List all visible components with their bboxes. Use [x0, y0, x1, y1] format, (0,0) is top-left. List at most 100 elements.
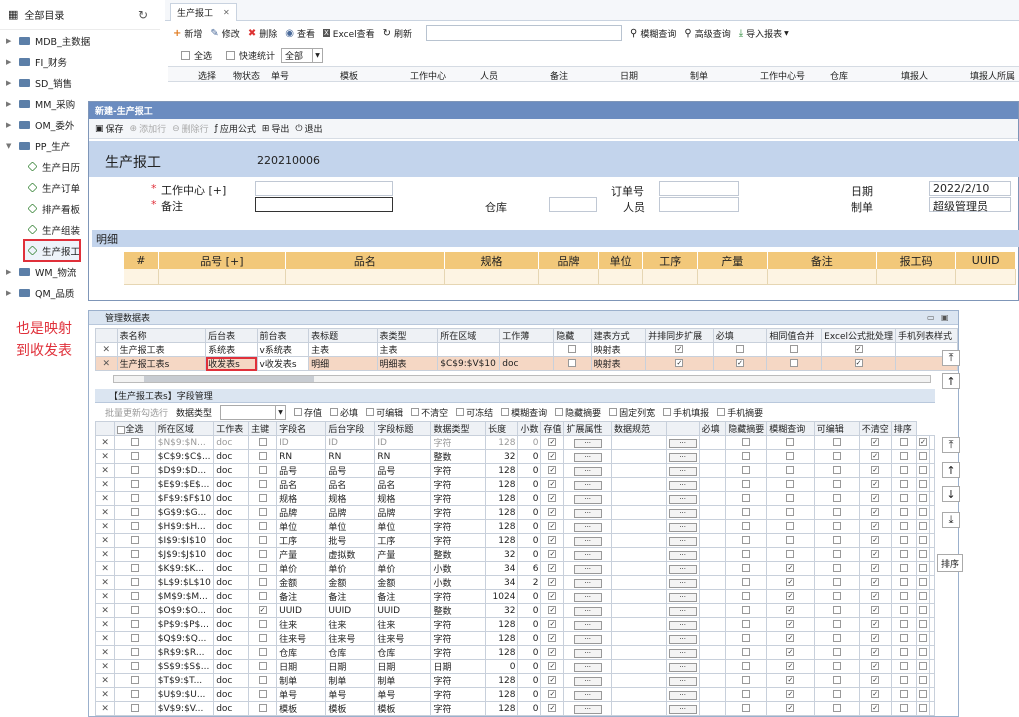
field-row[interactable]: ✕$D$9:$D...doc品号品号品号字符1280······	[94, 463, 935, 478]
table-cell[interactable]: 系统表	[205, 342, 258, 357]
checkbox[interactable]	[258, 634, 267, 642]
grid-column-header[interactable]: 单号	[271, 69, 289, 82]
column-header[interactable]: 长度	[485, 421, 519, 436]
checkbox[interactable]	[786, 452, 795, 460]
field-row[interactable]: ✕$T$9:$T...doc制单制单制单字符1280······	[94, 673, 935, 688]
spec-button-cell[interactable]: ···	[665, 631, 700, 646]
column-header[interactable]: 模糊查询	[766, 421, 815, 436]
row-select-cell[interactable]	[114, 589, 156, 604]
ellipsis-button[interactable]: ···	[668, 494, 697, 504]
sheet-cell[interactable]: doc	[213, 589, 250, 604]
quick-stats-checkbox[interactable]: 快速统计	[226, 49, 275, 62]
ellipsis-button[interactable]: ···	[668, 690, 697, 700]
flag-cell[interactable]	[858, 645, 892, 660]
spec-button-cell[interactable]: ···	[665, 449, 700, 464]
checkbox[interactable]	[899, 690, 908, 698]
ext-attr-cell[interactable]: ···	[563, 603, 612, 618]
checkbox[interactable]	[258, 648, 267, 656]
flag-cell[interactable]	[916, 505, 930, 520]
field-row[interactable]: ✕$Q$9:$Q...doc往来号往来号往来号字符1280······	[94, 631, 935, 646]
sort-cell[interactable]	[929, 435, 935, 450]
column-header[interactable]: 表类型	[376, 328, 439, 343]
area-cell[interactable]: $S$9:$S$...	[154, 659, 215, 674]
spec-button-cell[interactable]: ···	[665, 673, 700, 688]
checkbox[interactable]	[871, 578, 880, 586]
flag-cell[interactable]	[858, 673, 892, 688]
table-cell[interactable]: 生产报工表s	[116, 356, 207, 371]
checkbox[interactable]	[832, 676, 841, 684]
delete-row-icon[interactable]: ✕	[94, 645, 116, 660]
grid-column-header[interactable]: 日期	[620, 69, 638, 82]
batch-option[interactable]: 可编辑	[366, 406, 403, 419]
primary-key-cell[interactable]	[248, 519, 278, 534]
field-cell[interactable]: 日期	[325, 659, 376, 674]
delete-row-icon[interactable]: ✕	[94, 477, 116, 492]
field-cell[interactable]: UUID	[374, 603, 432, 618]
flag-cell[interactable]	[725, 631, 768, 646]
flag-cell[interactable]	[858, 519, 892, 534]
checkbox[interactable]	[548, 634, 557, 642]
field-cell[interactable]: RN	[374, 449, 432, 464]
flag-cell[interactable]	[890, 631, 918, 646]
ext-attr-cell[interactable]: ···	[563, 673, 612, 688]
checkbox[interactable]	[899, 494, 908, 502]
field-cell[interactable]: 小数	[430, 561, 487, 576]
batch-option[interactable]: 必填	[330, 406, 358, 419]
checkbox[interactable]	[899, 480, 908, 488]
ellipsis-button[interactable]: ···	[573, 578, 602, 588]
flag-cell[interactable]	[645, 342, 714, 357]
area-cell[interactable]: $V$9:$V...	[154, 701, 215, 716]
ellipsis-button[interactable]: ···	[668, 508, 697, 518]
batch-option[interactable]: 隐藏摘要	[555, 406, 601, 419]
column-header[interactable]: 隐藏摘要	[725, 421, 768, 436]
sort-cell[interactable]	[929, 645, 935, 660]
grid-column-header[interactable]: 工作中心号	[760, 69, 805, 82]
flag-cell[interactable]	[766, 603, 815, 618]
grid-column-header[interactable]: 工作中心	[410, 69, 446, 82]
chevron-right-icon[interactable]: ▶	[6, 58, 16, 66]
checkbox[interactable]	[555, 408, 564, 416]
flag-cell[interactable]	[725, 659, 768, 674]
row-select-cell[interactable]	[114, 673, 156, 688]
field-cell[interactable]: 字符	[430, 435, 487, 450]
checkbox[interactable]	[899, 438, 908, 446]
sort-cell[interactable]	[929, 673, 935, 688]
sort-cell[interactable]	[929, 687, 935, 702]
store-value-cell[interactable]	[540, 505, 565, 520]
checkbox[interactable]	[131, 564, 140, 572]
batch-option[interactable]: 手机摘要	[717, 406, 763, 419]
primary-key-cell[interactable]	[248, 491, 278, 506]
checkbox[interactable]	[832, 508, 841, 516]
area-cell[interactable]: $R$9:$R...	[154, 645, 215, 660]
row-select-cell[interactable]	[114, 659, 156, 674]
checkbox[interactable]	[131, 494, 140, 502]
flag-cell[interactable]	[725, 463, 768, 478]
chevron-down-icon[interactable]: ▼	[312, 48, 322, 62]
detail-column-header[interactable]: 报工码	[877, 252, 957, 269]
column-header[interactable]: 排序	[890, 421, 918, 436]
delete-row-icon[interactable]: ✕	[94, 631, 116, 646]
checkbox[interactable]	[899, 452, 908, 460]
checkbox[interactable]	[501, 408, 510, 416]
ellipsis-button[interactable]: ···	[668, 466, 697, 476]
primary-key-cell[interactable]	[248, 631, 278, 646]
primary-key-cell[interactable]	[248, 645, 278, 660]
flag-cell[interactable]	[725, 505, 768, 520]
checkbox[interactable]	[258, 606, 267, 614]
select-all-checkbox[interactable]: 全选	[181, 49, 212, 62]
field-cell[interactable]: 制单	[276, 673, 327, 688]
checkbox[interactable]	[548, 690, 557, 698]
column-header[interactable]: 前台表	[256, 328, 310, 343]
checkbox[interactable]	[786, 550, 795, 558]
decimal-cell[interactable]: 2	[517, 575, 542, 590]
flag-cell[interactable]	[858, 491, 892, 506]
ext-attr-cell[interactable]: ···	[563, 589, 612, 604]
checkbox[interactable]	[832, 620, 841, 628]
delete-row-icon[interactable]: ✕	[94, 533, 116, 548]
checkbox[interactable]	[919, 522, 927, 530]
spec-button-cell[interactable]: ···	[665, 645, 700, 660]
flag-cell[interactable]	[916, 435, 930, 450]
ellipsis-button[interactable]: ···	[573, 494, 602, 504]
store-value-cell[interactable]	[540, 645, 565, 660]
column-header[interactable]: Excel公式批处理	[821, 328, 897, 343]
